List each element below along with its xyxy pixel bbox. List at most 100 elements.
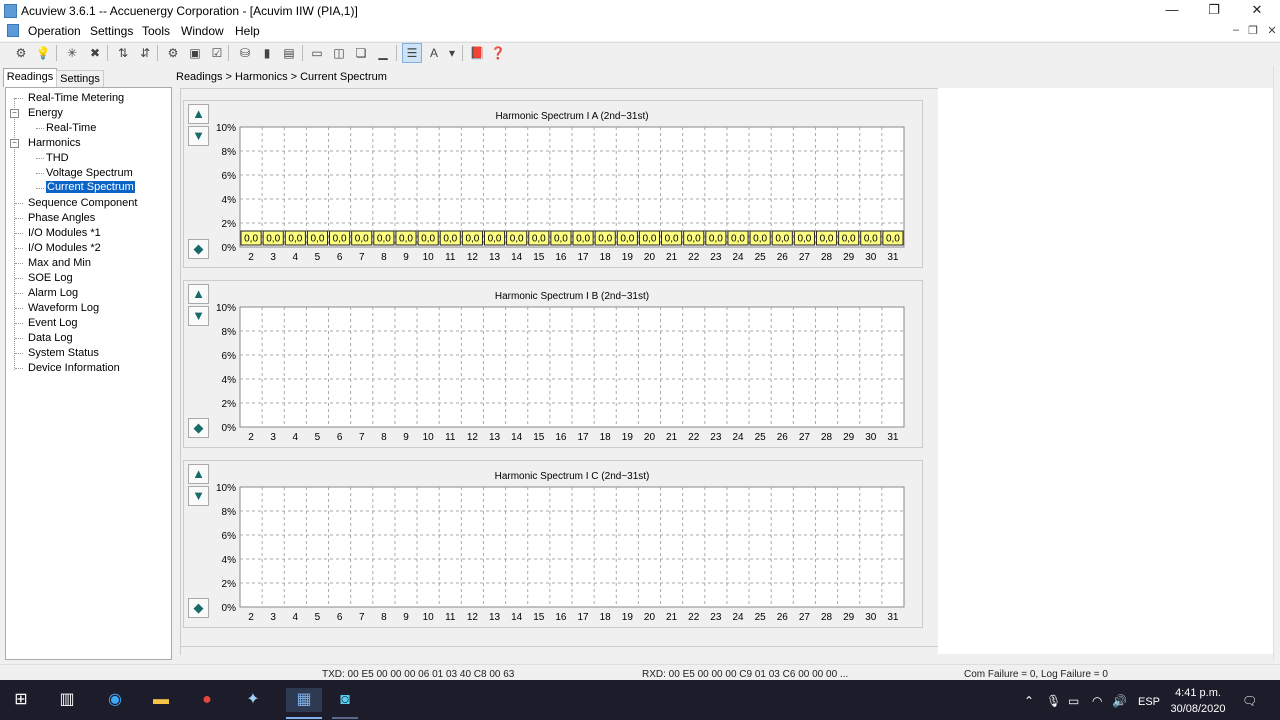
bracket-icon[interactable]: ⇵ [136,44,154,62]
clock-date[interactable]: 30/08/2020 [1169,703,1227,715]
tile-vertical-icon[interactable]: ◫ [330,44,348,62]
acuview-taskbar-icon[interactable]: ▦ [286,688,322,712]
tree-item-io-modules-2[interactable]: I/O Modules *2 [28,242,101,254]
x-tick-label: 23 [710,612,722,623]
tree-item-thd[interactable]: THD [46,152,69,164]
mdi-minimize-button[interactable]: – [1229,24,1243,36]
tab-settings[interactable]: Settings [56,70,104,87]
data-label: 0,0 [532,234,546,245]
book-icon[interactable]: 📕 [468,44,486,62]
language-indicator[interactable]: ESP [1138,696,1160,708]
x-tick-label: 3 [270,432,276,443]
x-tick-label: 10 [423,252,435,263]
network-icon[interactable]: ⛁ [236,44,254,62]
minimize-all-icon[interactable]: ▁ [374,44,392,62]
x-tick-label: 4 [293,612,299,623]
tree-item-voltage-spectrum[interactable]: Voltage Spectrum [46,167,133,179]
volume-icon[interactable]: 🔊 [1112,694,1127,708]
help-icon[interactable]: ❓ [489,44,507,62]
x-tick-label: 10 [423,432,435,443]
x-tick-label: 2 [248,432,254,443]
data-label: 0,0 [665,234,679,245]
x-tick-label: 12 [467,612,479,623]
tree-item-soe-log[interactable]: SOE Log [28,272,73,284]
chevron-up-icon[interactable]: ⌃ [1024,694,1034,708]
microphone-icon[interactable]: 🎙 [1046,694,1061,708]
tree-item-real-time-metering[interactable]: Real-Time Metering [28,92,124,104]
connect-icon[interactable]: ⚙ [12,44,30,62]
tree-connector [36,173,44,174]
panel-icon[interactable]: ▤ [280,44,298,62]
battery-icon[interactable]: ▭ [1068,694,1079,708]
wifi-icon[interactable]: ◠ [1092,694,1102,708]
tree-item-sequence-component[interactable]: Sequence Component [28,197,137,209]
font-icon[interactable]: A [425,44,443,62]
chrome-icon[interactable]: ● [194,688,220,712]
close-button[interactable]: ✕ [1234,0,1280,22]
tree-item-energy[interactable]: Energy [28,107,63,119]
tree-item-event-log[interactable]: Event Log [28,317,78,329]
tree-item-harmonics[interactable]: Harmonics [28,137,81,149]
x-tick-label: 3 [270,252,276,263]
recorder-icon[interactable]: ◙ [332,688,358,712]
data-label: 0,0 [355,234,369,245]
tree-item-waveform-log[interactable]: Waveform Log [28,302,99,314]
collapse-icon[interactable]: − [10,109,19,118]
menu-help[interactable]: Help [235,24,260,38]
x-tick-label: 8 [381,252,387,263]
monitor-icon[interactable]: ▣ [186,44,204,62]
data-label: 0,0 [864,234,878,245]
x-tick-label: 26 [777,432,789,443]
minimize-button[interactable]: — [1149,0,1195,22]
tree-item-system-status[interactable]: System Status [28,347,99,359]
edge-icon[interactable]: ◉ [102,688,128,712]
menu-settings[interactable]: Settings [90,24,133,38]
gear-icon[interactable]: ⚙ [164,44,182,62]
tree-connector [36,128,44,129]
notifications-icon[interactable]: 🗨 [1242,694,1257,708]
x-tick-label: 18 [600,612,612,623]
app-taskbar-icon[interactable]: ✦ [240,688,266,712]
y-tick-label: 10% [216,303,236,314]
tree-item-io-modules-1[interactable]: I/O Modules *1 [28,227,101,239]
bulb-icon[interactable]: 💡 [34,44,52,62]
document-icon[interactable] [7,24,19,37]
y-tick-label: 4% [222,195,237,206]
collapse-icon[interactable]: − [10,139,19,148]
data-label: 0,0 [510,234,524,245]
vertical-scrollbar[interactable] [1273,66,1280,660]
tree-item-real-time[interactable]: Real-Time [46,122,96,134]
chevron-down-icon[interactable]: ▾ [443,44,461,62]
sun-icon[interactable]: ✳ [63,44,81,62]
mdi-close-button[interactable]: ✕ [1265,24,1279,37]
menu-tools[interactable]: Tools [142,24,170,38]
x-tick-label: 15 [533,432,545,443]
x-tick-label: 24 [732,432,744,443]
horizontal-scrollbar[interactable] [180,646,938,655]
tree-item-current-spectrum[interactable]: Current Spectrum [46,181,135,193]
menu-window[interactable]: Window [181,24,224,38]
tree-item-max-and-min[interactable]: Max and Min [28,257,91,269]
cascade-icon[interactable]: ❏ [352,44,370,62]
file-explorer-icon[interactable]: ▬ [148,688,174,712]
cross-icon[interactable]: ✖ [86,44,104,62]
clock-time[interactable]: 4:41 p.m. [1174,687,1222,699]
tree-item-phase-angles[interactable]: Phase Angles [28,212,95,224]
tab-readings[interactable]: Readings [3,68,57,87]
x-tick-label: 16 [555,612,567,623]
check-icon[interactable]: ☑ [208,44,226,62]
restore-button[interactable]: ❐ [1191,0,1237,22]
mdi-restore-button[interactable]: ❐ [1246,24,1260,37]
tree-item-alarm-log[interactable]: Alarm Log [28,287,78,299]
start-icon[interactable]: ⊞ [8,688,34,712]
task-view-icon[interactable]: ▥ [54,688,80,712]
tree-connector [15,248,23,249]
device-icon[interactable]: ▮ [258,44,276,62]
tree-connector [15,263,23,264]
x-tick-label: 8 [381,612,387,623]
tree-item-device-information[interactable]: Device Information [28,362,120,374]
arrows-icon[interactable]: ⇅ [114,44,132,62]
tree-item-data-log[interactable]: Data Log [28,332,73,344]
menu-operation[interactable]: Operation [28,24,81,38]
tile-horizontal-icon[interactable]: ▭ [308,44,326,62]
